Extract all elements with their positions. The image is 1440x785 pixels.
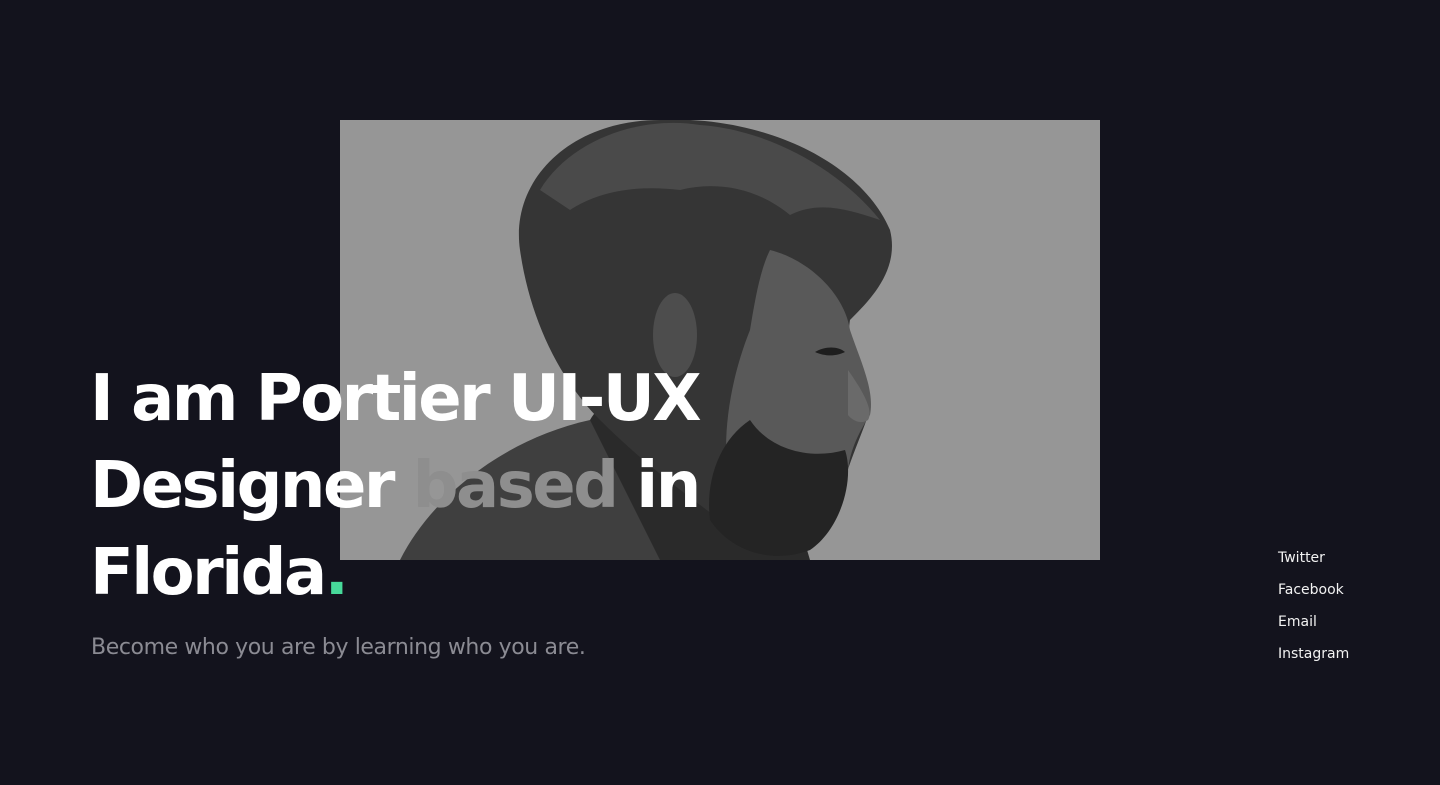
headline-word-designer: Designer (90, 449, 395, 523)
social-item-email: Email (1278, 610, 1349, 642)
instagram-link[interactable]: Instagram (1278, 646, 1349, 662)
social-links-list: Twitter Facebook Email Instagram (1278, 546, 1349, 674)
social-item-twitter: Twitter (1278, 546, 1349, 578)
hero-headline: I am Portier UI-UX Designer based in Flori… (90, 356, 770, 617)
facebook-link[interactable]: Facebook (1278, 582, 1344, 598)
social-item-facebook: Facebook (1278, 578, 1349, 610)
email-link[interactable]: Email (1278, 614, 1317, 630)
headline-word-based: based (412, 449, 619, 523)
twitter-link[interactable]: Twitter (1278, 550, 1325, 566)
headline-line-1: I am Portier UI-UX (90, 362, 702, 436)
hero-tagline: Become who you are by learning who you a… (91, 635, 586, 660)
headline-accent-dot: . (324, 536, 349, 610)
headline-location: Florida (90, 536, 327, 610)
social-item-instagram: Instagram (1278, 642, 1349, 674)
headline-word-in: in (636, 449, 701, 523)
